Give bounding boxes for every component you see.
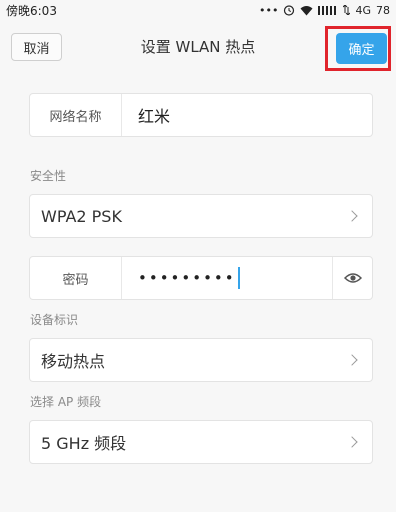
status-bar: 傍晚6:03 ••• 4G 78 [0, 0, 396, 20]
security-section-label: 安全性 [30, 169, 67, 183]
signal-icon [318, 6, 337, 15]
status-icons: ••• 4G 78 [259, 4, 390, 17]
status-time: 傍晚6:03 [6, 3, 57, 18]
battery-level: 78 [376, 3, 390, 17]
network-type: 4G [355, 3, 371, 17]
cancel-button[interactable]: 取消 [11, 33, 62, 61]
password-label: 密码 [30, 257, 122, 299]
network-name-field[interactable]: 网络名称 红米 [29, 93, 373, 137]
password-input[interactable]: ••••••••• [138, 257, 240, 299]
nav-bar: 取消 设置 WLAN 热点 确定 [0, 22, 396, 72]
chevron-right-icon [346, 354, 358, 366]
confirm-button[interactable]: 确定 [336, 33, 387, 64]
device-value: 移动热点 [41, 352, 106, 371]
device-section-label: 设备标识 [30, 313, 79, 327]
security-value: WPA2 PSK [41, 206, 122, 226]
band-section-label: 选择 AP 频段 [30, 395, 102, 409]
band-select[interactable]: 5 GHz 频段 [29, 420, 373, 464]
device-select[interactable]: 移动热点 [29, 338, 373, 382]
password-dots: ••••••••• [138, 269, 236, 287]
show-password-toggle[interactable] [332, 257, 372, 299]
chevron-right-icon [346, 436, 358, 448]
band-value: 5 GHz 频段 [41, 434, 127, 453]
network-name-input[interactable]: 红米 [138, 94, 170, 136]
wifi-icon [300, 5, 313, 15]
eye-icon [343, 273, 362, 283]
chevron-right-icon [346, 210, 358, 222]
security-select[interactable]: WPA2 PSK [29, 194, 373, 238]
network-name-label: 网络名称 [30, 94, 122, 136]
password-field[interactable]: 密码 ••••••••• [29, 256, 373, 300]
data-transfer-icon [343, 5, 351, 15]
alarm-icon [284, 5, 295, 16]
status-dots: ••• [259, 3, 279, 17]
text-cursor [237, 267, 240, 289]
